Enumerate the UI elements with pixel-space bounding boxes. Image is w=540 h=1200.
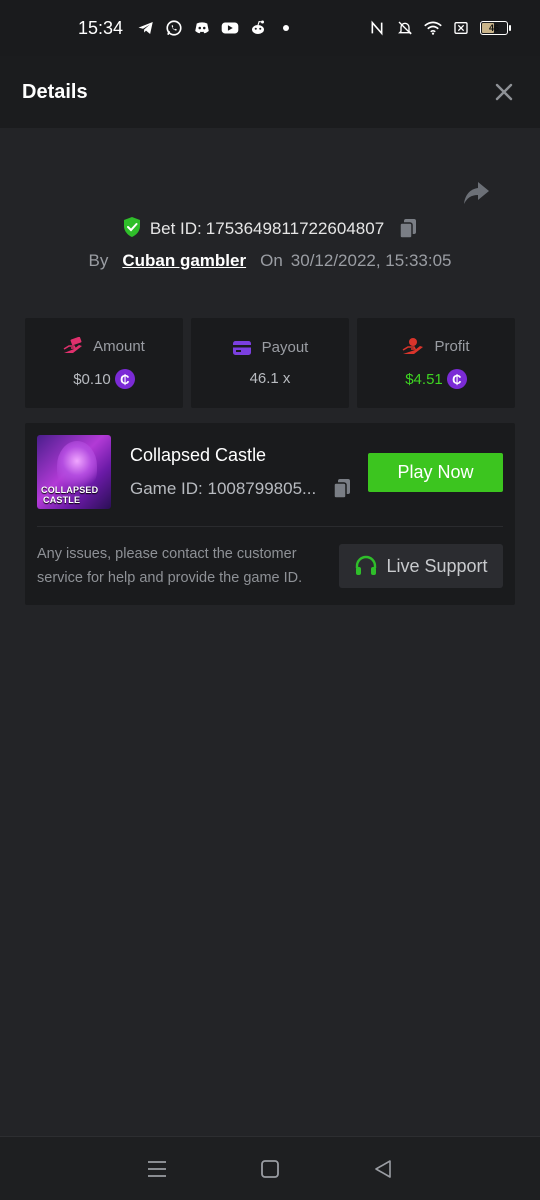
game-thumbnail-line2: CASTLE [43, 495, 81, 505]
stat-profit-label: Profit [434, 337, 470, 355]
menu-icon [147, 1160, 166, 1177]
game-id-label: Game ID: [130, 479, 203, 498]
bet-id-row: Bet ID: 1753649811722604807 [0, 215, 540, 243]
close-icon [495, 83, 513, 101]
share-icon [464, 182, 489, 204]
status-bar: 15:34 46 [0, 0, 540, 56]
stat-profit-value: $4.51 [405, 370, 443, 388]
page-title: Details [22, 80, 88, 103]
coin-icon: ₵ [114, 369, 135, 389]
stat-payout-label: Payout [261, 339, 309, 356]
reddit-icon [249, 19, 267, 37]
game-thumbnail[interactable]: COLLAPSED CASTLE [37, 435, 111, 509]
battery-level: 46 [488, 23, 499, 33]
copy-bet-id-button[interactable] [398, 218, 418, 240]
hand-money-icon [63, 337, 83, 353]
details-header: Details [0, 56, 540, 128]
close-button[interactable] [492, 80, 516, 104]
hand-heart-icon [403, 338, 424, 354]
card-icon [232, 340, 251, 355]
discord-icon [193, 19, 211, 37]
whatsapp-icon [165, 19, 183, 37]
shield-check-icon [122, 216, 142, 243]
game-id-row: Game ID: 1008799805... [130, 478, 352, 500]
stat-amount: Amount $0.10 ₵ [25, 318, 183, 408]
share-button[interactable] [462, 180, 490, 206]
bet-stats: Amount $0.10 ₵ Payout 46.1 x Profit $4.5… [25, 318, 515, 408]
back-button[interactable] [363, 1149, 403, 1189]
status-time: 15:34 [78, 17, 124, 38]
wifi-icon [424, 19, 442, 37]
game-thumbnail-line1: COLLAPSED [41, 485, 99, 495]
bet-meta-row: By Cuban gambler On 30/12/2022, 15:33:05 [0, 248, 540, 274]
headset-icon [356, 555, 377, 575]
help-text: Any issues, please contact the customer … [37, 546, 303, 586]
bell-muted-icon [396, 19, 414, 37]
home-button[interactable] [250, 1149, 290, 1189]
play-now-button[interactable]: Play Now [368, 453, 503, 492]
battery-icon: 46 [480, 21, 511, 35]
bet-id-value: 1753649811722604807 [205, 219, 385, 238]
status-bar-right: 46 [368, 19, 511, 37]
bet-datetime: 30/12/2022, 15:33:05 [290, 251, 452, 270]
dot-icon [277, 19, 295, 37]
telegram-icon [137, 19, 155, 37]
by-label: By [88, 251, 109, 270]
copy-icon [399, 219, 417, 239]
divider [37, 526, 503, 527]
sim-x-icon [452, 19, 470, 37]
bet-id-label: Bet ID: [149, 219, 202, 238]
back-triangle-icon [375, 1159, 392, 1178]
stat-profit: Profit $4.51 ₵ [357, 318, 515, 408]
game-id-value: 1008799805... [207, 479, 317, 498]
live-support-button[interactable]: Live Support [339, 544, 503, 588]
home-square-icon [261, 1159, 279, 1178]
copy-icon [333, 479, 351, 499]
stat-payout-value: 46.1 x [249, 370, 291, 387]
nfc-icon [368, 19, 386, 37]
copy-game-id-button[interactable] [332, 478, 352, 500]
status-bar-left: 15:34 [78, 18, 295, 39]
stat-amount-value: $0.10 [73, 370, 111, 388]
system-nav-bar [0, 1136, 540, 1200]
stat-payout: Payout 46.1 x [191, 318, 349, 408]
stat-amount-label: Amount [93, 337, 145, 355]
on-label: On [260, 251, 283, 270]
coin-icon: ₵ [446, 369, 467, 389]
game-title: Collapsed Castle [130, 445, 267, 465]
game-card: COLLAPSED CASTLE Collapsed Castle Game I… [25, 423, 515, 605]
username-link[interactable]: Cuban gambler [122, 251, 246, 271]
live-support-label: Live Support [386, 555, 488, 576]
youtube-icon [221, 19, 239, 37]
recent-apps-button[interactable] [137, 1149, 177, 1189]
